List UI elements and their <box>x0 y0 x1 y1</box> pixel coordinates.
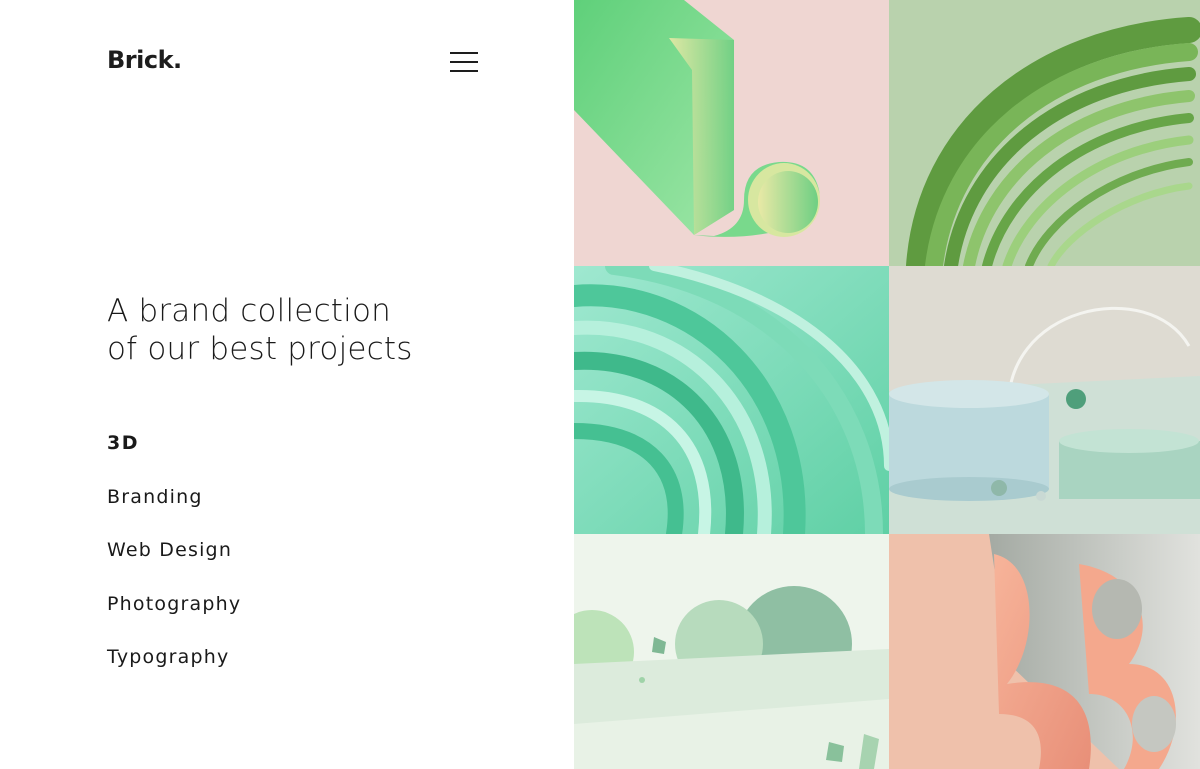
project-image <box>574 0 889 266</box>
project-tile-green-ribbon[interactable] <box>574 0 889 266</box>
project-tile-mint-arches[interactable] <box>574 534 889 769</box>
headline-line-2: of our best projects <box>107 331 413 367</box>
project-image <box>574 534 889 769</box>
project-image <box>889 534 1200 769</box>
category-branding[interactable]: Branding <box>107 486 241 540</box>
project-tile-podiums[interactable] <box>889 266 1200 534</box>
category-web-design[interactable]: Web Design <box>107 539 241 593</box>
menu-line <box>450 70 478 72</box>
project-image <box>574 266 889 534</box>
brand-logo[interactable]: Brick. <box>107 46 182 74</box>
category-filter-list: 3D Branding Web Design Photography Typog… <box>107 432 241 700</box>
category-3d[interactable]: 3D <box>107 432 241 486</box>
category-typography[interactable]: Typography <box>107 646 241 700</box>
project-tile-green-rings[interactable] <box>889 0 1200 266</box>
category-photography[interactable]: Photography <box>107 593 241 647</box>
project-image <box>889 0 1200 266</box>
sidebar-panel: Brick. A brand collection of our best pr… <box>0 0 574 769</box>
hamburger-menu-icon[interactable] <box>450 52 478 74</box>
project-gallery <box>574 0 1200 769</box>
headline-line-1: A brand collection <box>107 293 391 329</box>
project-image <box>889 266 1200 534</box>
project-tile-mint-swirl[interactable] <box>574 266 889 534</box>
menu-line <box>450 61 478 63</box>
menu-line <box>450 52 478 54</box>
project-tile-peach-ribbon[interactable] <box>889 534 1200 769</box>
page-headline: A brand collection of our best projects <box>107 292 547 368</box>
